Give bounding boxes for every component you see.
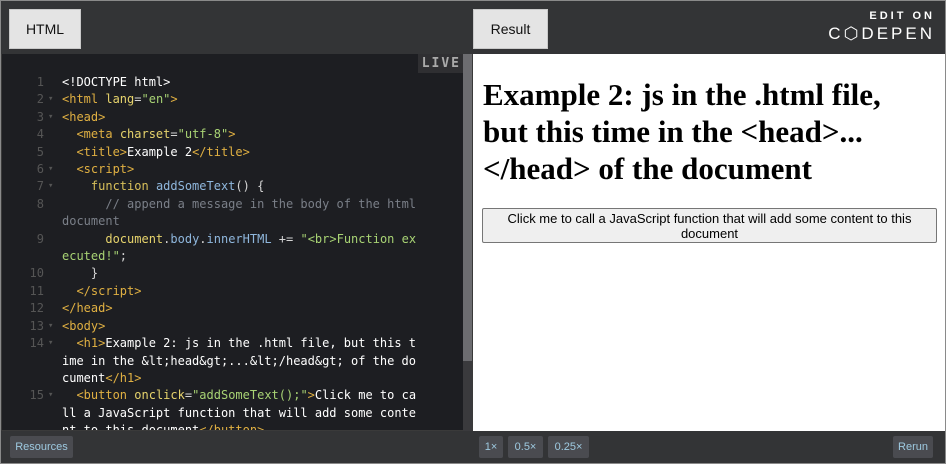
edit-on-codepen-link[interactable]: EDIT ON C⬡DEPEN	[828, 10, 935, 44]
code-line: 1 <!DOCTYPE html>	[2, 74, 463, 91]
code-line: 4 <meta charset="utf-8">	[2, 126, 463, 143]
code-text: <meta charset="utf-8">	[76, 127, 236, 142]
live-badge: LIVE	[417, 54, 463, 73]
code-line: 6 ▾ <script>	[2, 161, 463, 178]
line-number: 12	[29, 301, 44, 316]
fold-arrow-icon[interactable]: ▾	[48, 387, 53, 404]
line-number: 13	[29, 318, 44, 333]
line-number: 15	[29, 388, 44, 403]
codepen-logo: C⬡DEPEN	[828, 24, 935, 43]
code-text: </script>	[76, 283, 142, 298]
code-text: <h1>Example 2: js in the .html file, but…	[62, 336, 417, 385]
line-number: 9	[36, 231, 44, 246]
fold-arrow-icon[interactable]: ▾	[48, 318, 53, 335]
line-number: 11	[29, 283, 44, 298]
code-text: <button onclick="addSomeText();">Click m…	[62, 388, 417, 430]
result-heading: Example 2: js in the .html file, but thi…	[483, 77, 881, 186]
line-number: 5	[36, 144, 44, 159]
zoom-1x-button[interactable]: 1×	[479, 436, 503, 458]
tab-html[interactable]: HTML	[9, 9, 81, 49]
code-text: document.body.innerHTML += "<br>Function…	[62, 231, 417, 264]
code-text: <head>	[62, 109, 106, 124]
add-content-button[interactable]: Click me to call a JavaScript function t…	[482, 208, 937, 243]
code-line: 2 ▾ <html lang="en">	[2, 91, 463, 108]
line-number: 3	[36, 109, 44, 124]
zoom-025x-button[interactable]: 0.25×	[548, 436, 589, 458]
code-text: function addSomeText() {	[90, 179, 265, 194]
line-number: 4	[36, 127, 44, 142]
resources-button[interactable]: Resources	[10, 436, 73, 458]
line-number: 2	[36, 92, 44, 107]
code-text: <!DOCTYPE html>	[62, 75, 171, 89]
code-editor[interactable]: 1 <!DOCTYPE html> 2 ▾ <html lang="en"> 3 ▾ <hea…	[2, 54, 463, 430]
line-number: 6	[36, 162, 44, 177]
zoom-05x-button[interactable]: 0.5×	[508, 436, 543, 458]
edit-on-label: EDIT ON	[869, 10, 935, 22]
code-line: 9 document.body.innerHTML += "<br>Functi…	[2, 231, 463, 266]
fold-arrow-icon[interactable]: ▾	[48, 335, 53, 352]
code-line: 15 ▾ <button onclick="addSomeText();">Cli…	[2, 387, 463, 430]
code-text: }	[62, 266, 99, 281]
top-bar: HTML Result EDIT ON C⬡DEPEN	[1, 1, 945, 54]
code-text: <body>	[62, 318, 106, 333]
fold-arrow-icon[interactable]: ▾	[48, 109, 53, 126]
codepen-embed: HTML Result EDIT ON C⬡DEPEN 1 <!DOCTYPE h…	[0, 0, 946, 464]
result-pane: Example 2: js in the .html file, but thi…	[473, 54, 945, 431]
code-text: </head>	[62, 301, 113, 316]
code-text: // append a message in the body of the h…	[62, 196, 424, 229]
rerun-button[interactable]: Rerun	[893, 436, 933, 458]
code-text: <html lang="en">	[62, 92, 178, 107]
code-line: 5 <title>Example 2</title>	[2, 144, 463, 161]
code-line: 7 ▾ function addSomeText() {	[2, 178, 463, 195]
code-line: 14 ▾ <h1>Example 2: js in the .html file,…	[2, 335, 463, 387]
tab-result[interactable]: Result	[473, 9, 548, 49]
code-line: 13 ▾ <body>	[2, 318, 463, 335]
line-number: 14	[29, 336, 44, 351]
code-line: 10 }	[2, 265, 463, 282]
fold-arrow-icon[interactable]: ▾	[48, 91, 53, 108]
code-line: 3 ▾ <head>	[2, 109, 463, 126]
code-line: 11 </script>	[2, 283, 463, 300]
line-number: 10	[29, 266, 44, 281]
code-lines: 1 <!DOCTYPE html> 2 ▾ <html lang="en"> 3 ▾ <hea…	[2, 74, 463, 430]
line-number: 1	[36, 75, 44, 89]
code-scrollbar-thumb[interactable]	[463, 54, 472, 361]
code-line: 8 // append a message in the body of the…	[2, 196, 463, 231]
bottom-bar: Resources 1× 0.5× 0.25× Rerun	[1, 431, 945, 463]
fold-arrow-icon[interactable]: ▾	[48, 161, 53, 178]
code-line: 12 </head>	[2, 300, 463, 317]
fold-arrow-icon[interactable]: ▾	[48, 178, 53, 195]
line-number: 7	[36, 179, 44, 194]
code-text: <script>	[76, 162, 135, 177]
line-number: 8	[36, 196, 44, 211]
code-text: <title>Example 2</title>	[76, 144, 250, 159]
code-scrollbar-track[interactable]	[463, 361, 472, 431]
